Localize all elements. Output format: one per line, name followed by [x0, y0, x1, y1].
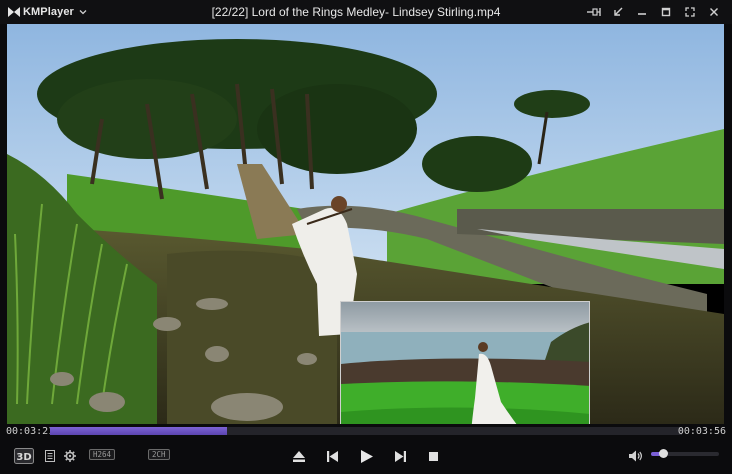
- seekbar-row: 00:03:21 00:03:56: [0, 424, 732, 439]
- app-menu-button[interactable]: KMPlayer: [0, 0, 87, 24]
- settings-button[interactable]: [63, 446, 77, 466]
- chevron-down-icon: [79, 10, 87, 15]
- seek-progress-fill: [50, 427, 227, 435]
- eject-icon: [293, 450, 305, 462]
- title-bar: KMPlayer [22/22] Lord of the Rings Medle…: [0, 0, 732, 24]
- codec-badge[interactable]: H264: [89, 449, 116, 460]
- svg-text:3D: 3D: [16, 452, 31, 463]
- play-icon: [361, 449, 373, 463]
- seek-bar[interactable]: [50, 427, 682, 435]
- kmplayer-logo-icon: [8, 7, 20, 17]
- current-time: 00:03:21: [6, 426, 55, 437]
- minimize-button[interactable]: [630, 0, 654, 24]
- picture-in-picture-video[interactable]: [340, 301, 590, 424]
- eject-button[interactable]: [291, 446, 307, 466]
- pip-frame-image: [341, 302, 589, 424]
- gear-icon: [64, 450, 76, 462]
- play-button[interactable]: [358, 446, 376, 466]
- 3d-mode-button[interactable]: 3D: [13, 446, 35, 466]
- minimize-icon: [638, 13, 646, 15]
- stop-button[interactable]: [426, 446, 440, 466]
- volume-slider[interactable]: [651, 449, 719, 458]
- control-bar: 3D H264 2CH: [0, 439, 732, 474]
- close-button[interactable]: [702, 0, 726, 24]
- maximize-button[interactable]: [654, 0, 678, 24]
- app-brand-label: KMPlayer: [23, 6, 74, 18]
- video-display[interactable]: [7, 24, 724, 424]
- fullscreen-icon: [685, 7, 695, 17]
- volume-knob[interactable]: [658, 449, 668, 458]
- playlist-button[interactable]: [43, 446, 57, 466]
- playlist-icon: [45, 450, 55, 462]
- mute-button[interactable]: [628, 446, 644, 466]
- pin-button[interactable]: [582, 0, 606, 24]
- previous-button[interactable]: [324, 446, 340, 466]
- skip-next-icon: [394, 450, 406, 462]
- pin-icon: [587, 8, 601, 16]
- maximize-icon: [661, 7, 671, 17]
- fullscreen-button[interactable]: [678, 0, 702, 24]
- total-time: 00:03:56: [677, 426, 726, 437]
- next-button[interactable]: [392, 446, 408, 466]
- skip-previous-icon: [326, 450, 338, 462]
- window-title: [22/22] Lord of the Rings Medley- Lindse…: [211, 5, 501, 19]
- close-icon: [710, 8, 718, 16]
- mini-mode-button[interactable]: [606, 0, 630, 24]
- audio-channels-badge[interactable]: 2CH: [148, 449, 170, 460]
- stop-icon: [428, 451, 438, 461]
- speaker-icon: [629, 450, 642, 462]
- 3d-icon: 3D: [14, 448, 34, 464]
- window-controls: [582, 0, 726, 24]
- minimize-to-corner-icon: [614, 7, 623, 16]
